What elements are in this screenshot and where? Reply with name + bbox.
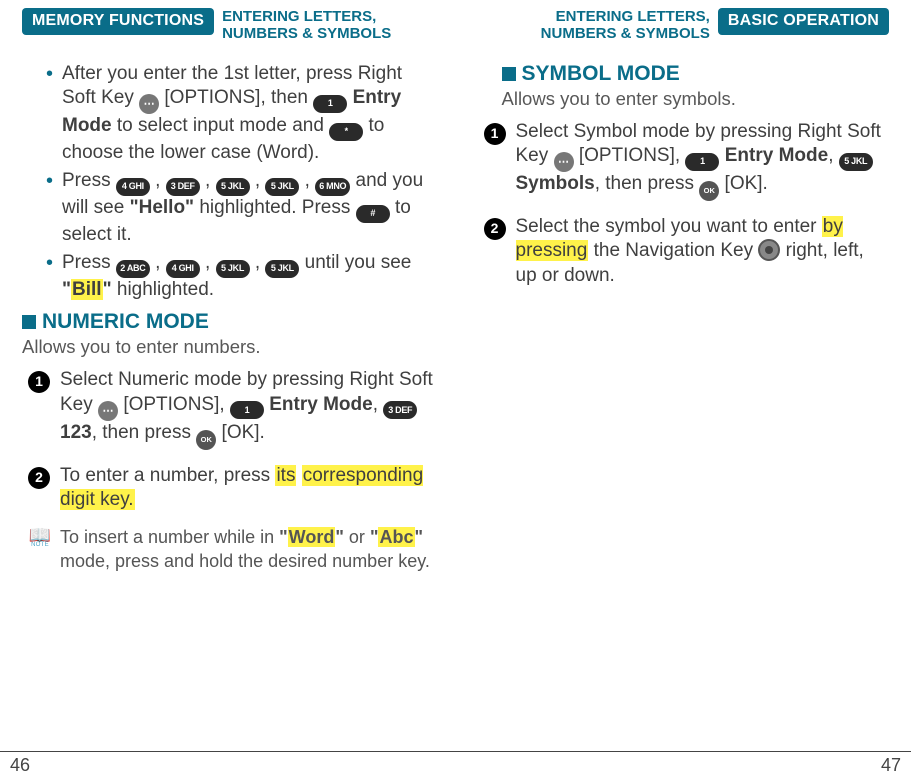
bullet-2: Press 4 GHI , 3 DEF , 5 JKL , 5 JKL , 6 … [46,169,434,247]
softkey-icon: ⋯ [554,152,574,172]
key-1-icon: 1 [230,401,264,419]
text: , then press [595,173,694,194]
key-star-icon: * [329,123,363,141]
key-4-icon: 4 GHI [116,178,150,196]
tab-basic-operation: BASIC OPERATION [718,8,889,35]
text: , then press [92,422,191,443]
symbol-mode-sub: Allows you to enter symbols. [502,88,890,110]
page-number-left: 46 [10,755,30,776]
step-number-1-icon: 1 [484,123,506,145]
running-head-line1: ENTERING LETTERS, [556,8,710,25]
footer-left: 46 [0,751,456,782]
running-head-line1: ENTERING LETTERS, [222,8,376,25]
symbol-step-2: 2 Select the symbol you want to enter by… [478,215,890,288]
its-highlight: its [275,465,296,486]
text: until you see [305,252,412,273]
numeric-step-1: 1 Select Numeric mode by pressing Right … [22,368,434,449]
square-bullet-icon [502,67,516,81]
numeric-note: 📖NOTE To insert a number while in "Word"… [22,526,434,573]
symbol-mode-title: SYMBOL MODE [502,62,890,86]
running-head-line2: NUMBERS & SYMBOLS [222,25,391,42]
step-number-2-icon: 2 [484,218,506,240]
key-5-icon: 5 JKL [265,260,299,278]
text: the Navigation Key [594,240,754,261]
mode-123-label: 123 [60,422,92,443]
key-5-icon: 5 JKL [839,153,873,171]
header-right: ENTERING LETTERS, NUMBERS & SYMBOLS BASI… [478,8,890,52]
text: Press [62,252,111,273]
text: [OK]. [725,173,768,194]
page-right: ENTERING LETTERS, NUMBERS & SYMBOLS BASI… [456,0,911,782]
bill-highlight: Bill [71,279,103,300]
text: [OPTIONS], [123,394,224,415]
text: [OPTIONS], then [164,87,308,108]
footer-right: 47 [456,751,911,782]
step-number-2-icon: 2 [28,467,50,489]
running-head-line2: NUMBERS & SYMBOLS [541,25,710,42]
step-number-1-icon: 1 [28,371,50,393]
entry-mode-label: Entry Mode [725,145,828,166]
key-1-icon: 1 [685,153,719,171]
page-left: MEMORY FUNCTIONS ENTERING LETTERS, NUMBE… [0,0,456,782]
softkey-icon: ⋯ [98,401,118,421]
symbol-step-1: 1 Select Symbol mode by pressing Right S… [478,120,890,201]
abc-highlight: Abc [378,527,414,547]
key-3-icon: 3 DEF [166,178,200,196]
key-5-icon: 5 JKL [216,260,250,278]
key-2-icon: 2 ABC [116,260,150,278]
bullet-1: After you enter the 1st letter, press Ri… [46,62,434,165]
text: To insert a number while in [60,527,274,547]
text: Press [62,170,111,191]
key-5-icon: 5 JKL [216,178,250,196]
key-6-icon: 6 MNO [315,178,350,196]
numeric-mode-sub: Allows you to enter numbers. [22,336,434,358]
hello-quote: "Hello" [130,197,194,218]
title-text: NUMERIC MODE [42,310,209,334]
text: Select the symbol you want to enter [516,216,817,237]
text: [OK]. [222,422,265,443]
note-icon: 📖NOTE [28,526,52,573]
running-head-left: ENTERING LETTERS, NUMBERS & SYMBOLS [222,8,391,43]
key-hash-icon: # [356,205,390,223]
symbols-label: Symbols [516,173,595,194]
numeric-step-2: 2 To enter a number, press its correspon… [22,464,434,513]
page-number-right: 47 [881,755,901,776]
key-4-icon: 4 GHI [166,260,200,278]
softkey-icon: ⋯ [139,94,159,114]
nav-key-icon [758,239,780,261]
text: mode, press and hold the desired number … [60,551,430,571]
running-head-right: ENTERING LETTERS, NUMBERS & SYMBOLS [541,8,710,43]
bullet-3: Press 2 ABC , 4 GHI , 5 JKL , 5 JKL unti… [46,251,434,302]
text: or [349,527,365,547]
ok-key-icon: OK [196,430,216,450]
square-bullet-icon [22,315,36,329]
text: highlighted. [117,279,214,300]
word-mode-bullets: After you enter the 1st letter, press Ri… [22,62,434,302]
text: to select input mode and [117,115,324,136]
text: To enter a number, press [60,465,270,486]
key-1-icon: 1 [313,95,347,113]
title-text: SYMBOL MODE [522,62,680,86]
ok-key-icon: OK [699,181,719,201]
entry-mode-label: Entry Mode [269,394,372,415]
bill-quote-close: " [103,279,112,300]
numeric-mode-title: NUMERIC MODE [22,310,434,334]
key-3-icon: 3 DEF [383,401,417,419]
word-highlight: Word [288,527,336,547]
key-5-icon: 5 JKL [265,178,299,196]
text: [OPTIONS], [579,145,680,166]
text: highlighted. Press [199,197,350,218]
header-left: MEMORY FUNCTIONS ENTERING LETTERS, NUMBE… [22,8,434,52]
tab-memory-functions: MEMORY FUNCTIONS [22,8,214,35]
bill-quote-open: " [62,279,71,300]
